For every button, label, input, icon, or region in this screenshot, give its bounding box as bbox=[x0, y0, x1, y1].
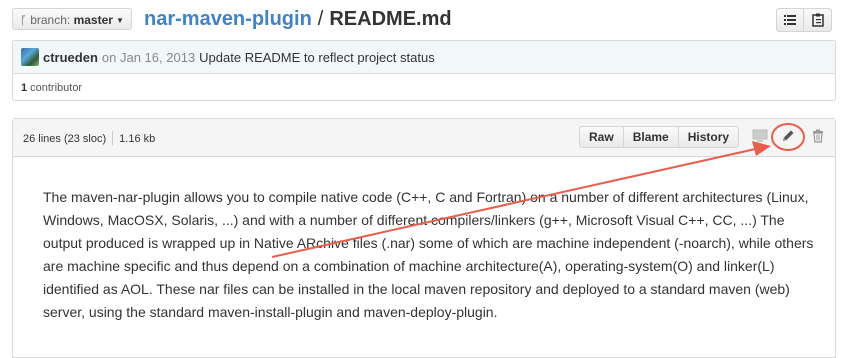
breadcrumb: nar-maven-plugin / README.md bbox=[144, 6, 452, 32]
branch-value: master bbox=[73, 13, 113, 27]
line-count: 26 lines (23 sloc) bbox=[23, 133, 107, 145]
clipboard-icon bbox=[811, 13, 824, 27]
blame-button[interactable]: Blame bbox=[623, 126, 679, 148]
delete-button[interactable] bbox=[810, 128, 826, 144]
header-button-group bbox=[776, 8, 832, 32]
commit-date: on Jan 16, 2013 bbox=[101, 49, 196, 65]
list-icon bbox=[784, 15, 796, 25]
open-desktop-button[interactable] bbox=[752, 128, 768, 144]
readme-paragraph: The maven-nar-plugin allows you to compi… bbox=[43, 189, 814, 320]
pencil-icon bbox=[783, 130, 794, 141]
commit-box: ctrueden on Jan 16, 2013 Update README t… bbox=[12, 40, 836, 101]
trash-icon bbox=[813, 129, 823, 143]
list-view-button[interactable] bbox=[776, 8, 804, 32]
file-name: README.md bbox=[329, 8, 452, 30]
commit-message[interactable]: Update README to reflect project status bbox=[199, 50, 435, 65]
file-actions: Raw Blame History bbox=[579, 126, 740, 148]
contributors-label: contributor bbox=[30, 81, 83, 94]
breadcrumb-separator: / bbox=[317, 8, 324, 30]
latest-commit: ctrueden on Jan 16, 2013 Update README t… bbox=[13, 41, 835, 74]
divider bbox=[112, 131, 114, 145]
history-button[interactable]: History bbox=[678, 126, 740, 148]
file-header: 26 lines (23 sloc) 1.16 kb Raw Blame Hist… bbox=[13, 119, 835, 157]
file-info: 26 lines (23 sloc) 1.16 kb bbox=[23, 131, 155, 145]
contributors-row[interactable]: 1 contributor bbox=[13, 74, 835, 101]
copy-path-button[interactable] bbox=[804, 8, 832, 32]
contributors-count: 1 bbox=[21, 81, 28, 94]
branch-icon: ᚵ bbox=[20, 13, 28, 27]
repo-link[interactable]: nar-maven-plugin bbox=[144, 8, 312, 30]
edit-button[interactable] bbox=[780, 128, 796, 144]
file-box: 26 lines (23 sloc) 1.16 kb Raw Blame Hist… bbox=[12, 118, 836, 358]
desktop-icon bbox=[752, 129, 768, 142]
avatar[interactable] bbox=[21, 48, 39, 66]
branch-selector[interactable]: ᚵ branch: master ▼ bbox=[12, 8, 132, 30]
branch-label: branch: bbox=[30, 13, 71, 27]
commit-author[interactable]: ctrueden bbox=[43, 50, 98, 65]
file-size: 1.16 kb bbox=[119, 133, 156, 145]
caret-down-icon: ▼ bbox=[115, 16, 124, 25]
raw-button[interactable]: Raw bbox=[579, 126, 624, 148]
